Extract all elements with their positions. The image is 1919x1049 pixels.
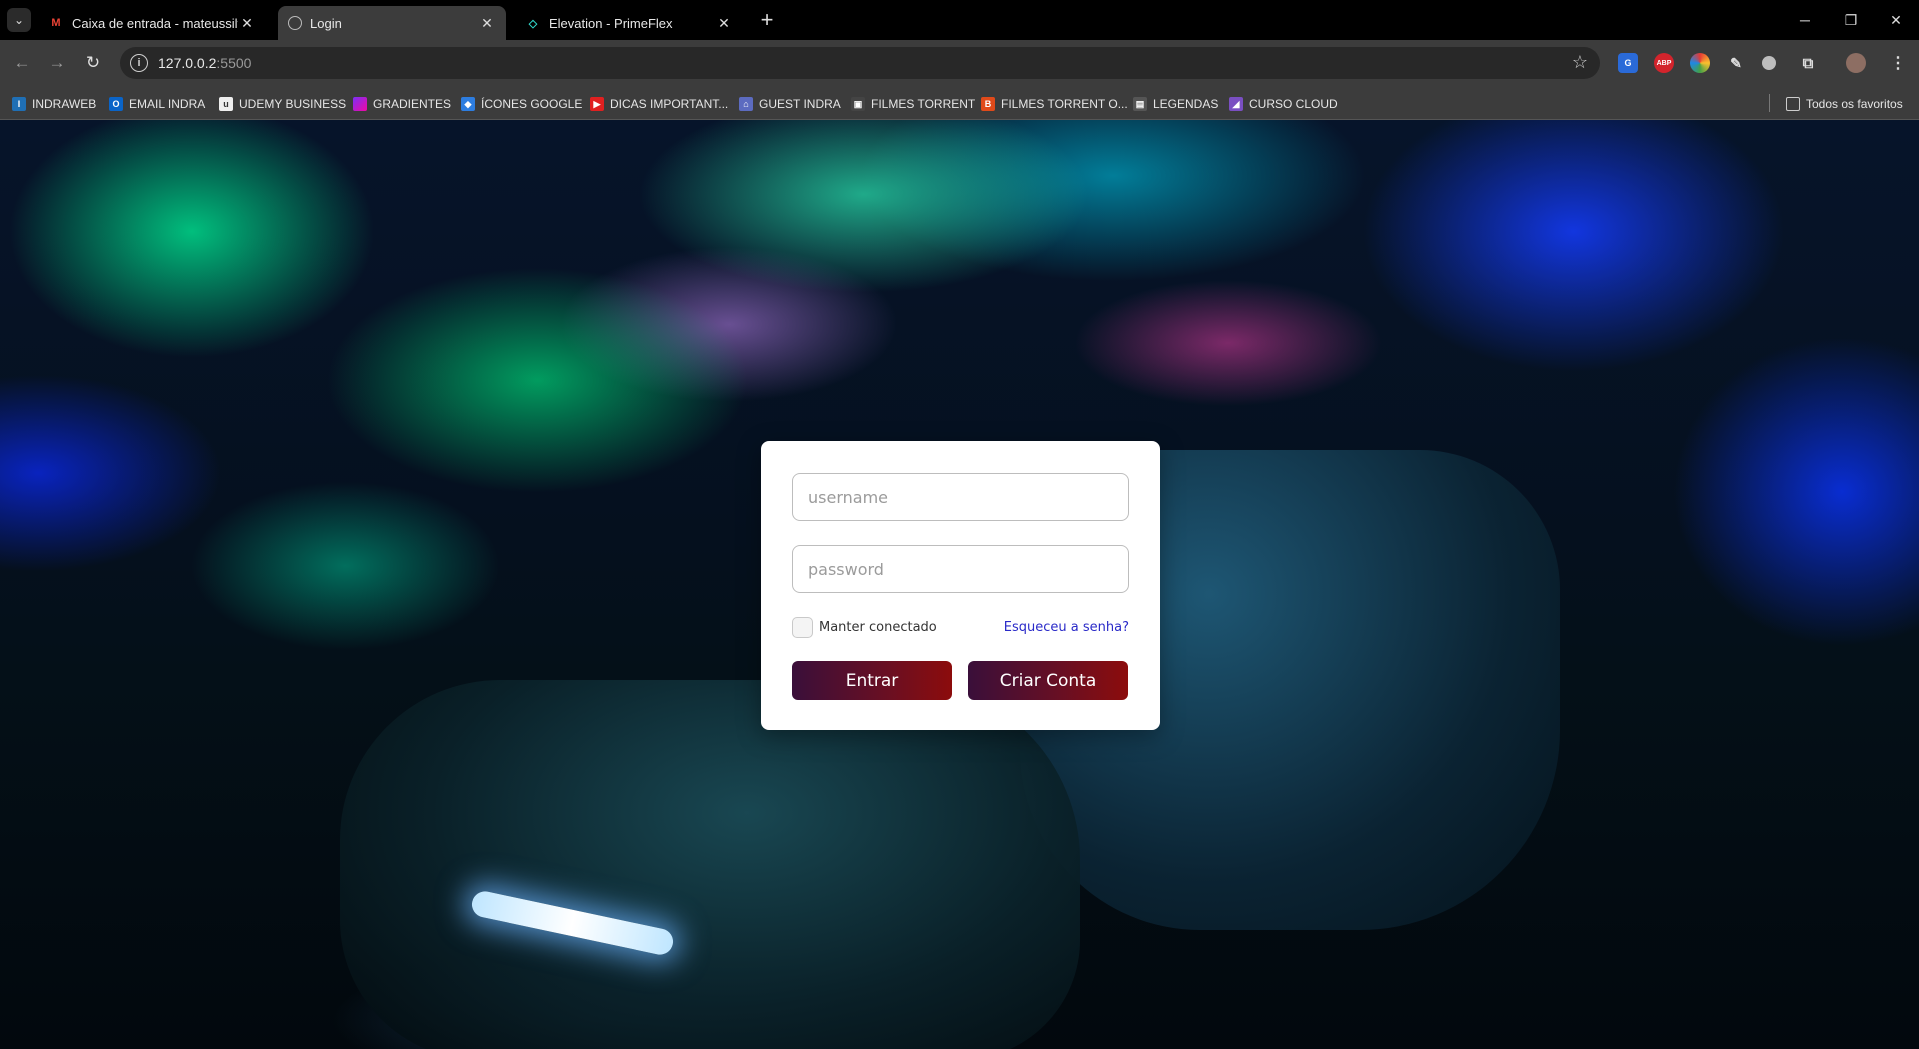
extension-circle-icon[interactable]: [1762, 56, 1776, 70]
bookmark-guest-indra[interactable]: ⌂ GUEST INDRA: [739, 95, 841, 113]
close-tab-icon[interactable]: ✕: [478, 15, 496, 32]
extensions-puzzle-icon[interactable]: ⧉: [1798, 53, 1818, 73]
tab-title: Login: [310, 15, 342, 31]
reload-icon: ↻: [85, 53, 101, 72]
close-tab-icon[interactable]: ✕: [238, 15, 256, 32]
primeflex-icon: ◇: [528, 17, 538, 30]
tab-gmail[interactable]: M Caixa de entrada - mateussilva ✕: [38, 6, 266, 40]
bookmark-star-icon[interactable]: ☆: [1572, 52, 1588, 73]
create-account-button[interactable]: Criar Conta: [968, 661, 1128, 700]
bookmark-filmes-torrent[interactable]: ▣ FILMES TORRENT: [851, 95, 975, 113]
udemy-icon: u: [219, 97, 233, 111]
google-translate-icon[interactable]: G: [1618, 53, 1638, 73]
bookmark-email-indra[interactable]: O EMAIL INDRA: [109, 95, 205, 113]
remember-me: Manter conectado: [792, 616, 937, 638]
tab-strip: ⌄ M Caixa de entrada - mateussilva ✕ Log…: [0, 0, 1919, 40]
bookmarks-bar: I INDRAWEB O EMAIL INDRA u UDEMY BUSINESS G…: [0, 86, 1919, 120]
guest-icon: ⌂: [739, 97, 753, 111]
gradient-icon: [353, 97, 367, 111]
username-input[interactable]: [792, 473, 1129, 521]
close-window-button[interactable]: ✕: [1873, 0, 1919, 40]
cloud-course-icon: ◢: [1229, 97, 1243, 111]
site-info-icon[interactable]: i: [130, 54, 148, 72]
login-card: Manter conectado Esqueceu a senha? Entra…: [761, 441, 1160, 730]
new-tab-button[interactable]: +: [754, 8, 780, 32]
eyedropper-extension-icon[interactable]: ✎: [1726, 53, 1746, 73]
globe-icon: [288, 16, 302, 30]
browser-toolbar: ← → ↻ i 127.0.0.2:5500 ☆ G ABP ✎ ⧉ ⋮: [0, 40, 1919, 86]
bookmark-dicas-importantes[interactable]: ▶ DICAS IMPORTANT...: [590, 95, 728, 113]
bookmark-udemy-business[interactable]: u UDEMY BUSINESS: [219, 95, 346, 113]
url-text: 127.0.0.2:5500: [158, 55, 252, 71]
login-button[interactable]: Entrar: [792, 661, 952, 700]
film-icon: ▣: [851, 97, 865, 111]
password-input[interactable]: [792, 545, 1129, 593]
reload-button[interactable]: ↻: [81, 51, 105, 75]
remember-me-checkbox[interactable]: [792, 616, 813, 638]
indraweb-icon: I: [12, 97, 26, 111]
color-picker-extension-icon[interactable]: [1690, 53, 1710, 73]
adblock-plus-icon[interactable]: ABP: [1654, 53, 1674, 73]
bookmark-legendas[interactable]: ▤ LEGENDAS: [1133, 95, 1218, 113]
folder-icon: [1786, 97, 1800, 111]
back-button[interactable]: ←: [10, 51, 34, 75]
bookmark-curso-cloud[interactable]: ◢ CURSO CLOUD: [1229, 95, 1338, 113]
address-bar[interactable]: i 127.0.0.2:5500 ☆: [120, 47, 1600, 79]
google-fonts-icon: ◆: [461, 97, 475, 111]
gmail-icon: M: [51, 17, 61, 29]
profile-avatar[interactable]: [1846, 53, 1866, 73]
outlook-icon: O: [109, 97, 123, 111]
blogger-icon: B: [981, 97, 995, 111]
arrow-right-icon: →: [48, 53, 66, 72]
all-bookmarks-folder[interactable]: Todos os favoritos: [1786, 95, 1903, 113]
tab-title: Elevation - PrimeFlex: [549, 15, 673, 31]
bookmarks-divider: [1769, 94, 1770, 112]
forward-button[interactable]: →: [45, 51, 69, 75]
restore-button[interactable]: ❐: [1828, 0, 1874, 40]
chevron-down-icon: ⌄: [13, 13, 25, 27]
youtube-icon: ▶: [590, 97, 604, 111]
bookmark-icones-google[interactable]: ◆ ÍCONES GOOGLE: [461, 95, 582, 113]
remember-me-label: Manter conectado: [819, 619, 937, 635]
minimize-button[interactable]: ─: [1782, 0, 1828, 40]
tab-login[interactable]: Login ✕: [278, 6, 506, 40]
bookmark-indraweb[interactable]: I INDRAWEB: [12, 95, 96, 113]
tab-search-button[interactable]: ⌄: [7, 8, 31, 32]
gamepad-front-image: [340, 680, 1080, 1049]
subtitles-icon: ▤: [1133, 97, 1147, 111]
tab-primeflex[interactable]: ◇ Elevation - PrimeFlex ✕: [515, 6, 743, 40]
menu-kebab-icon[interactable]: ⋮: [1888, 53, 1908, 73]
forgot-password-link[interactable]: Esqueceu a senha?: [1004, 620, 1129, 635]
tab-title: Caixa de entrada - mateussilva: [72, 15, 238, 31]
bookmark-gradientes[interactable]: GRADIENTES: [353, 95, 451, 113]
close-tab-icon[interactable]: ✕: [715, 15, 733, 32]
arrow-left-icon: ←: [13, 53, 31, 72]
bookmark-filmes-torrent-o[interactable]: B FILMES TORRENT O...: [981, 95, 1128, 113]
